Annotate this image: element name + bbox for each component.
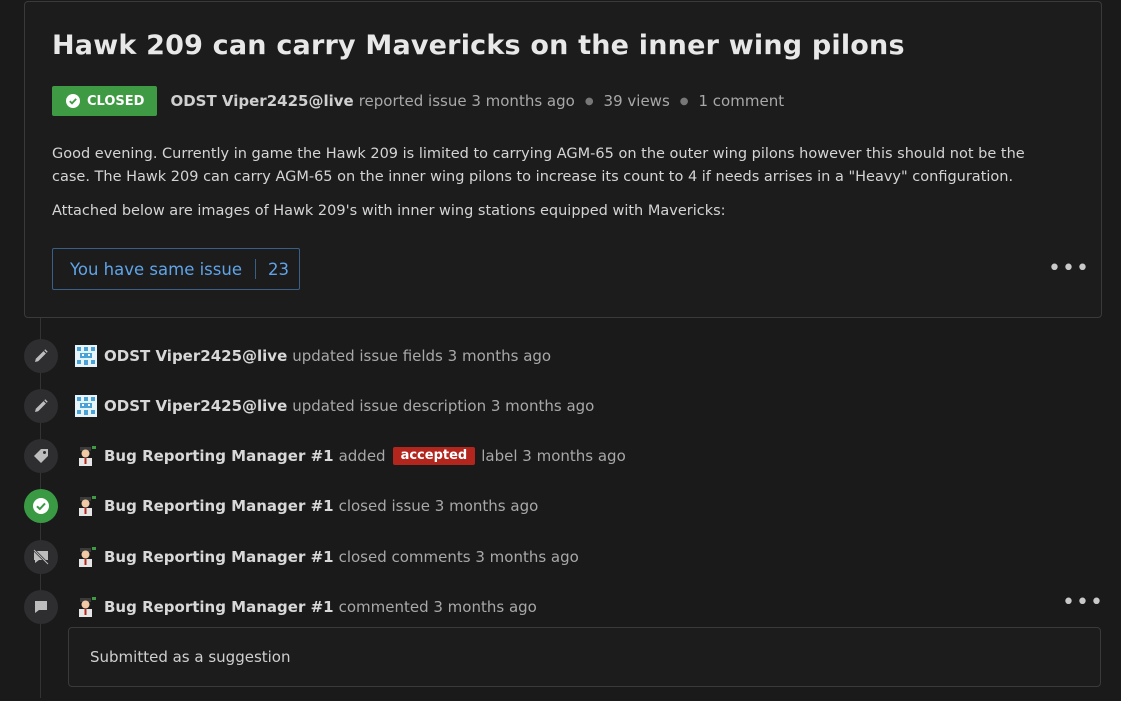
timeline-event: Bug Reporting Manager #1 added accepted … — [24, 439, 626, 473]
same-issue-button[interactable]: You have same issue 23 — [52, 248, 300, 290]
comments-closed-icon — [24, 540, 58, 574]
manager-avatar — [79, 496, 96, 516]
issue-body-paragraph: Attached below are images of Hawk 209's … — [52, 203, 726, 219]
manager-avatar — [79, 446, 96, 466]
check-circle-icon — [66, 94, 80, 108]
timeline-event: Bug Reporting Manager #1 closed comments… — [24, 540, 579, 574]
issue-author[interactable]: ODST Viper2425@live — [170, 92, 353, 110]
check-circle-icon — [24, 489, 58, 523]
event-actor[interactable]: Bug Reporting Manager #1 — [104, 447, 334, 465]
event-text: commented 3 months ago — [338, 598, 537, 616]
comment-more-button[interactable]: ••• — [1062, 592, 1104, 614]
pixel-avatar — [75, 395, 97, 417]
pencil-icon — [24, 389, 58, 423]
issue-more-button[interactable]: ••• — [1048, 258, 1090, 280]
issue-title: Hawk 209 can carry Mavericks on the inne… — [52, 30, 905, 61]
comment-text: Submitted as a suggestion — [90, 648, 291, 666]
timeline-event: Bug Reporting Manager #1 closed issue 3 … — [24, 489, 538, 523]
same-issue-label: You have same issue — [70, 259, 242, 279]
accepted-label-badge[interactable]: accepted — [392, 447, 476, 465]
event-actor[interactable]: Bug Reporting Manager #1 — [104, 548, 334, 566]
view-count: 39 views — [603, 92, 670, 110]
timeline-event: ODST Viper2425@live updated issue descri… — [24, 389, 594, 423]
same-issue-count: 23 — [267, 259, 289, 279]
event-actor[interactable]: Bug Reporting Manager #1 — [104, 497, 334, 515]
comment-icon — [24, 590, 58, 624]
event-text: updated issue description 3 months ago — [292, 397, 595, 415]
tag-icon — [24, 439, 58, 473]
timeline-event: ODST Viper2425@live updated issue fields… — [24, 339, 551, 373]
status-badge: CLOSED — [52, 86, 158, 116]
pencil-icon — [24, 339, 58, 373]
manager-avatar — [79, 547, 96, 567]
event-actor[interactable]: ODST Viper2425@live — [104, 347, 287, 365]
event-actor[interactable]: ODST Viper2425@live — [104, 397, 287, 415]
pixel-avatar — [75, 345, 97, 367]
issue-body-paragraph: Good evening. Currently in game the Hawk… — [52, 146, 1025, 185]
separator-dot: ● — [679, 95, 689, 107]
issue-body: Good evening. Currently in game the Hawk… — [52, 143, 1062, 234]
timeline-event: Bug Reporting Manager #1 commented 3 mon… — [24, 590, 537, 624]
comment-box: Submitted as a suggestion — [68, 627, 1101, 687]
issue-action: reported issue 3 months ago — [358, 92, 575, 110]
event-actor[interactable]: Bug Reporting Manager #1 — [104, 598, 334, 616]
event-text: added — [338, 447, 386, 465]
comment-count: 1 comment — [698, 92, 785, 110]
manager-avatar — [79, 597, 96, 617]
event-text: closed comments 3 months ago — [338, 548, 579, 566]
issue-card: Hawk 209 can carry Mavericks on the inne… — [24, 1, 1102, 318]
status-text: CLOSED — [87, 93, 145, 109]
event-text: updated issue fields 3 months ago — [292, 347, 552, 365]
separator-dot: ● — [584, 95, 594, 107]
issue-meta: CLOSED ODST Viper2425@live reported issu… — [52, 86, 784, 116]
event-text: label 3 months ago — [481, 447, 626, 465]
event-text: closed issue 3 months ago — [338, 497, 539, 515]
